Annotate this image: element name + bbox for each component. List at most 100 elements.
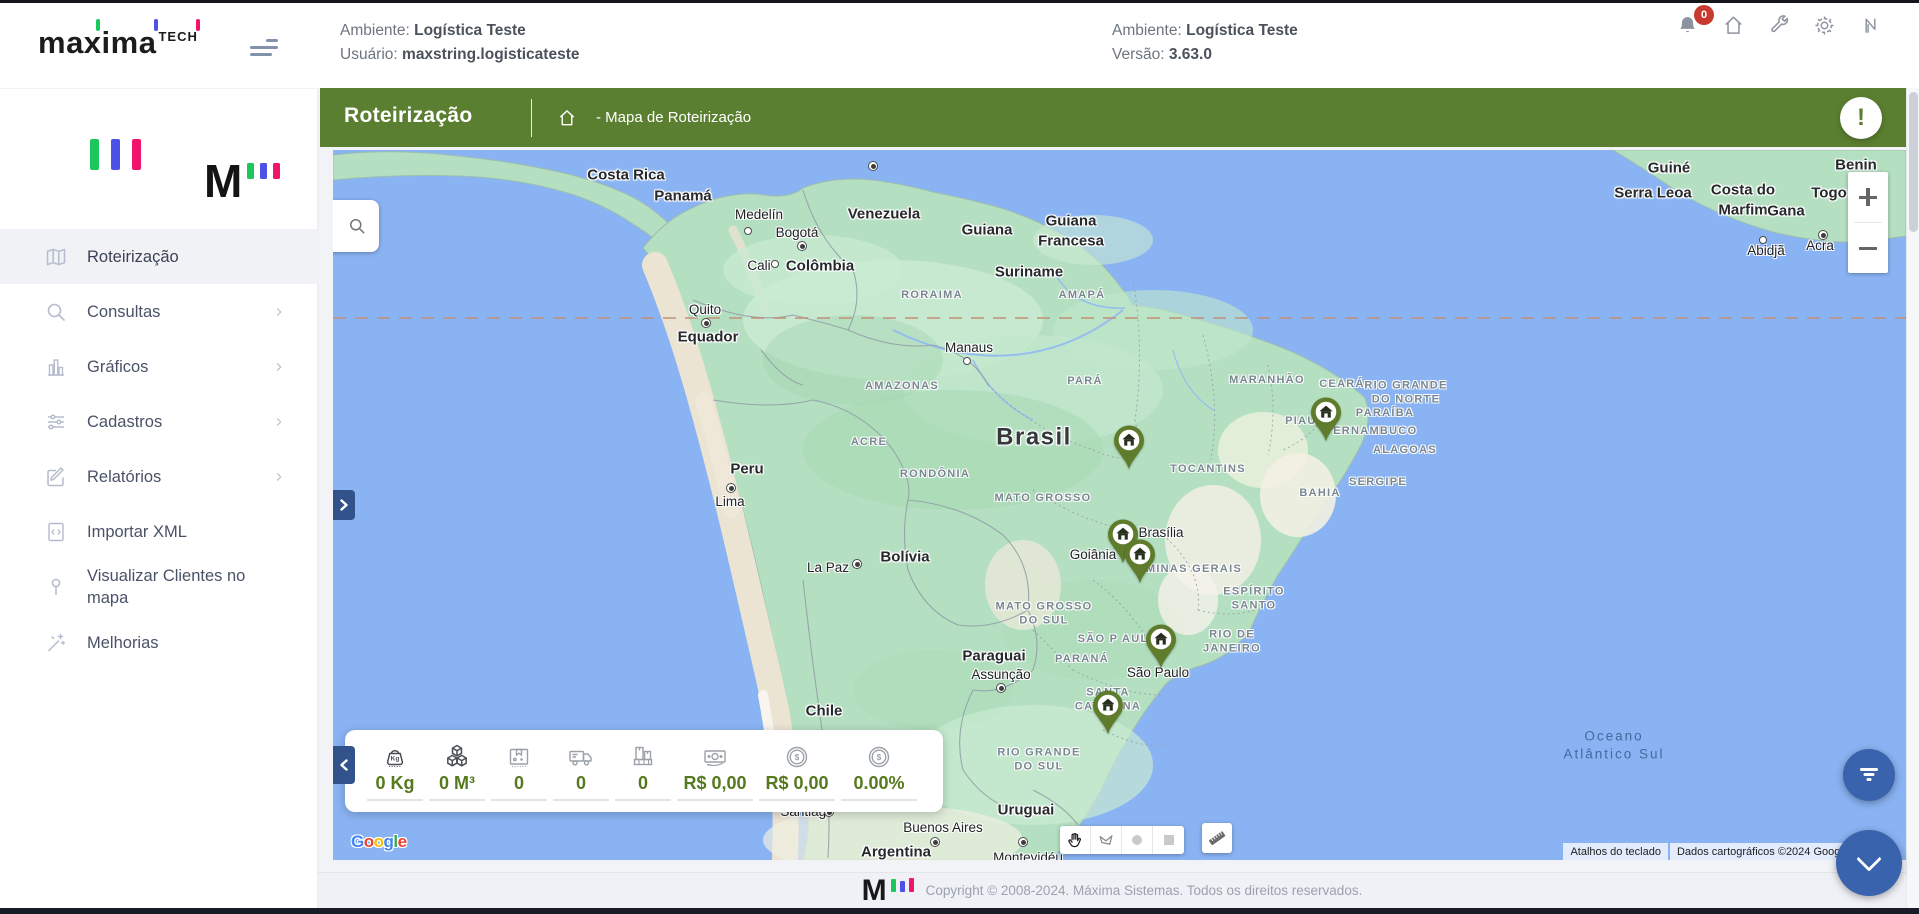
- bottom-strip: [0, 908, 1919, 914]
- sidebar-item-visualizar-clientes-no-mapa[interactable]: Visualizar Clientes no mapa: [0, 559, 318, 615]
- chevron-down-icon: [1856, 846, 1882, 872]
- map-search-button[interactable]: [333, 200, 379, 252]
- stat-item: 0: [615, 742, 671, 801]
- app-header: maxima TECH Ambiente: Logística Teste Us…: [0, 3, 1919, 88]
- main-content: Roteirização - Mapa de Roteirização ! Co…: [318, 88, 1919, 914]
- chevron-right-icon: [272, 305, 286, 319]
- stat-item: 0: [491, 742, 547, 801]
- user-value: maxstring.logisticateste: [402, 46, 580, 63]
- environment-version-info: Ambiente: Logística Teste Versão: 3.63.0: [1112, 19, 1298, 67]
- drawing-tools: [1060, 826, 1184, 854]
- box-icon: [504, 742, 534, 772]
- measure-tool-button[interactable]: [1202, 823, 1232, 853]
- sidebar-item-label: Melhorias: [87, 633, 159, 652]
- map-filter-button[interactable]: [1843, 749, 1895, 801]
- wrench-icon[interactable]: [1768, 14, 1791, 37]
- chevron-right-icon: [272, 470, 286, 484]
- client-marker[interactable]: [1308, 396, 1344, 442]
- chevron-right-icon: [272, 415, 286, 429]
- money-icon: [700, 742, 730, 772]
- env-label: Ambiente:: [340, 22, 410, 39]
- client-marker[interactable]: [1090, 689, 1126, 735]
- brand-tick-pink: [196, 19, 200, 31]
- stat-item: R$ 0,00: [677, 742, 753, 801]
- sidebar-item-importar-xml[interactable]: Importar XML: [0, 504, 318, 559]
- client-marker[interactable]: [1143, 623, 1179, 669]
- stat-item: 0: [553, 742, 609, 801]
- env-value: Logística Teste: [414, 22, 526, 39]
- zoom-in-button[interactable]: [1848, 172, 1888, 222]
- truck-icon: [566, 742, 596, 772]
- weight-icon: Kg: [380, 742, 410, 772]
- coin-icon: $: [864, 742, 894, 772]
- stat-value: 0 M³: [439, 772, 475, 793]
- filter-icon: [1859, 768, 1879, 782]
- sidebar-item-label: Consultas: [87, 302, 161, 321]
- chevron-right-icon: [340, 499, 348, 511]
- breadcrumb: - Mapa de Roteirização: [596, 109, 752, 126]
- n-icon[interactable]: [1859, 14, 1882, 37]
- page-bar: Roteirização - Mapa de Roteirização !: [320, 88, 1906, 147]
- hand-icon: [1068, 832, 1081, 848]
- square-icon: [1163, 835, 1174, 845]
- version-value: 3.63.0: [1168, 46, 1212, 63]
- notification-badge[interactable]: 0: [1694, 5, 1714, 25]
- stat-value: 0: [513, 772, 524, 793]
- stat-value: R$ 0,00: [683, 772, 747, 793]
- copyright-text: Copyright © 2008-2024. Máxima Sistemas. …: [925, 883, 1363, 898]
- wand-icon: [44, 631, 68, 655]
- zoom-out-button[interactable]: [1848, 223, 1888, 273]
- sliders-icon: [44, 410, 68, 434]
- stat-item: Kg 0 Kg: [367, 742, 423, 801]
- client-marker[interactable]: [1111, 424, 1147, 470]
- xml-icon: [44, 520, 68, 544]
- sidebar-item-consultas[interactable]: Consultas: [0, 284, 318, 339]
- maxima-tech-logo[interactable]: maxima TECH: [38, 19, 200, 65]
- sidebar-menu: Roteirização Consultas Gráficos Cadastros Re…: [0, 229, 318, 670]
- sidebar-item-relatorios[interactable]: Relatórios: [0, 449, 318, 504]
- gear-icon[interactable]: [1813, 14, 1836, 37]
- polygon-tool-button[interactable]: [1091, 826, 1122, 854]
- stat-value: R$ 0,00: [765, 772, 829, 793]
- user-label: Usuário:: [340, 46, 398, 63]
- scrollbar-thumb[interactable]: [1909, 92, 1918, 232]
- chevron-right-icon: [272, 360, 286, 374]
- sidebar-item-roteirizacao[interactable]: Roteirização: [0, 229, 318, 284]
- circle-icon: [1132, 835, 1142, 845]
- panel-collapse-button[interactable]: [333, 746, 355, 784]
- sidebar-item-label: Cadastros: [87, 412, 163, 431]
- footer-logo-m: M: [861, 873, 887, 907]
- stat-value: 0: [575, 772, 586, 793]
- sidebar: M Roteirização Consultas Gráficos Cadastros…: [0, 88, 318, 908]
- pin-icon: [44, 575, 68, 599]
- volume-icon: [442, 742, 472, 772]
- page-scrollbar: [1906, 88, 1919, 908]
- chart-icon: [44, 355, 68, 379]
- menu-toggle-icon[interactable]: [250, 39, 278, 57]
- map-canvas[interactable]: Costa Rica Panamá Medelín Bogotá Venezuela Ca…: [333, 150, 1906, 860]
- rectangle-tool-button[interactable]: [1153, 826, 1184, 854]
- panel-expand-button[interactable]: [333, 490, 355, 520]
- keyboard-shortcuts-link[interactable]: Atalhos do teclado: [1563, 843, 1668, 860]
- breadcrumb-home-icon[interactable]: [557, 108, 577, 128]
- ruler-icon: [1209, 831, 1226, 846]
- brand-tick-blue: [154, 19, 158, 31]
- google-logo[interactable]: Google: [351, 832, 407, 852]
- scroll-down-button[interactable]: [1836, 830, 1902, 896]
- search-icon: [44, 300, 68, 324]
- home-icon[interactable]: [1722, 14, 1745, 37]
- sidebar-item-melhorias[interactable]: Melhorias: [0, 615, 318, 670]
- client-marker[interactable]: [1122, 538, 1158, 584]
- brand-suffix: TECH: [158, 29, 198, 44]
- sidebar-item-graficos[interactable]: Gráficos: [0, 339, 318, 394]
- pan-tool-button[interactable]: [1060, 826, 1091, 854]
- watermark-m: M: [204, 155, 242, 207]
- alert-button[interactable]: !: [1840, 97, 1882, 139]
- stat-value: 0: [637, 772, 648, 793]
- stats-panel: Kg 0 Kg 0 M³ 0 0 0 R$ 0,00 $ R$ 0,00 $0.00%: [345, 730, 943, 812]
- sidebar-item-label: Roteirização: [87, 247, 179, 266]
- circle-tool-button[interactable]: [1122, 826, 1153, 854]
- sidebar-item-label: Importar XML: [87, 522, 187, 541]
- sidebar-item-cadastros[interactable]: Cadastros: [0, 394, 318, 449]
- sidebar-item-label: Relatórios: [87, 467, 162, 486]
